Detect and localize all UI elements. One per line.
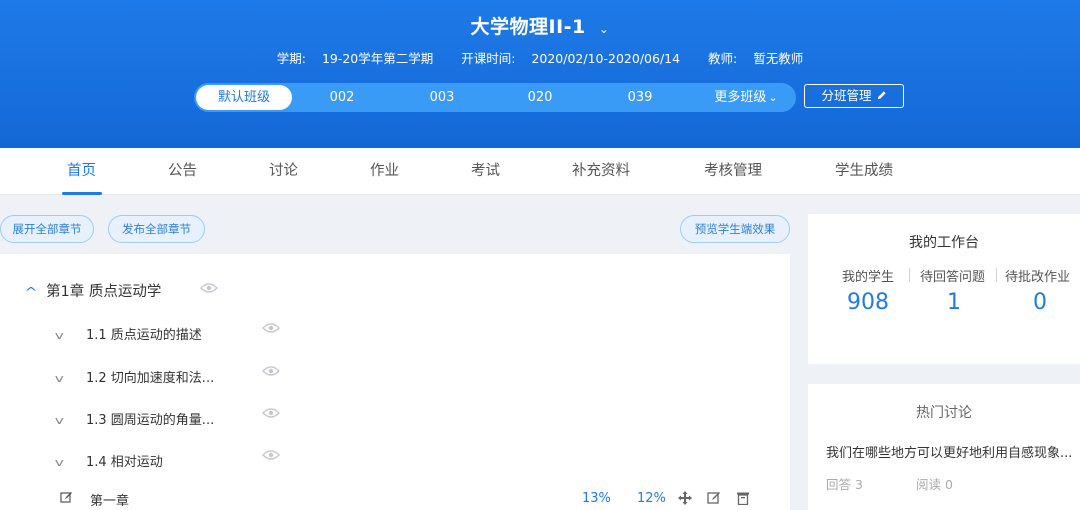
tab-home[interactable]: 首页 xyxy=(67,148,96,195)
chapter-name[interactable]: 第一章 xyxy=(90,490,129,509)
edit-icon[interactable] xyxy=(60,491,73,504)
stat-label: 我的学生 xyxy=(842,270,895,285)
class-tab-002[interactable]: 002 xyxy=(312,83,372,112)
section-item[interactable]: v 1.2 切向加速度和法... xyxy=(55,367,215,386)
class-tab-003[interactable]: 003 xyxy=(412,83,472,112)
course-meta: 学期: 19-20学年第二学期 开课时间: 2020/02/10-2020/06… xyxy=(0,48,1080,67)
more-classes-label: 更多班级 xyxy=(714,90,767,105)
teacher-label: 教师: xyxy=(708,51,738,66)
completion-percent: 12% xyxy=(637,491,666,506)
active-tab-indicator xyxy=(62,192,102,195)
period-label: 开课时间: xyxy=(461,51,516,66)
chapter-heading[interactable]: ^ 第1章 质点运动学 xyxy=(24,280,162,301)
eye-icon[interactable] xyxy=(262,449,280,461)
eye-icon[interactable] xyxy=(262,365,280,377)
chevron-down-icon[interactable]: v xyxy=(55,329,91,342)
eye-icon[interactable] xyxy=(200,282,218,294)
course-title-text: 大学物理II-1 xyxy=(470,16,586,38)
publish-all-button[interactable]: 发布全部章节 xyxy=(108,215,205,243)
section-item[interactable]: v 1.3 圆周运动的角量... xyxy=(55,409,215,428)
tab-homework[interactable]: 作业 xyxy=(370,148,399,195)
teacher-value: 暂无教师 xyxy=(753,51,804,66)
term-value: 19-20学年第二学期 xyxy=(321,51,434,66)
preview-student-button[interactable]: 预览学生端效果 xyxy=(680,215,790,243)
divider xyxy=(996,268,997,282)
term-label: 学期: xyxy=(276,51,306,66)
chevron-down-icon[interactable]: v xyxy=(55,456,91,469)
completion-percent: 13% xyxy=(582,491,611,506)
chevron-down-icon[interactable]: v xyxy=(55,372,91,385)
pending-homework-count[interactable]: 0 xyxy=(1000,290,1080,315)
tab-discussion[interactable]: 讨论 xyxy=(269,148,298,195)
tab-grades[interactable]: 学生成绩 xyxy=(835,148,893,195)
pencil-icon xyxy=(877,91,886,100)
discussion-question-link[interactable]: 我们在哪些地方可以更好地利用自感现象... xyxy=(826,442,1076,461)
period-value: 2020/02/10-2020/06/14 xyxy=(531,51,681,66)
tab-announcements[interactable]: 公告 xyxy=(168,148,197,195)
class-tab-039[interactable]: 039 xyxy=(610,83,670,112)
chevron-up-icon[interactable]: ^ xyxy=(24,285,37,299)
section-item[interactable]: v 1.4 相对运动 xyxy=(55,451,163,470)
course-nav: 首页 公告 讨论 作业 考试 补充资料 考核管理 学生成绩 xyxy=(0,148,1080,195)
chevron-down-icon: ⌄ xyxy=(768,91,778,104)
chevron-down-icon[interactable]: ⌄ xyxy=(599,22,610,36)
workbench-panel: 我的工作台 我的学生 待回答问题 待批改作业 908 1 0 xyxy=(808,214,1080,364)
expand-all-button[interactable]: 展开全部章节 xyxy=(0,215,94,243)
edit-icon[interactable] xyxy=(707,491,721,505)
course-title[interactable]: 大学物理II-1 ⌄ xyxy=(0,12,1080,39)
section-item[interactable]: v 1.1 质点运动的描述 xyxy=(55,324,202,343)
trash-icon[interactable] xyxy=(736,491,750,505)
read-count: 阅读 0 xyxy=(916,477,953,492)
class-management-button[interactable]: 分班管理 xyxy=(804,84,904,108)
workbench-title: 我的工作台 xyxy=(909,235,979,251)
class-switcher: 默认班级 002 003 020 039 更多班级 ⌄ xyxy=(194,83,796,112)
divider xyxy=(909,268,910,282)
answer-count: 回答 3 xyxy=(826,477,863,492)
eye-icon[interactable] xyxy=(262,407,280,419)
chapter-outline: ^ 第1章 质点运动学 v 1.1 质点运动的描述 v 1.2 切向加速度和法... … xyxy=(0,254,790,510)
hot-discussion-title: 热门讨论 xyxy=(916,405,972,421)
course-header: 大学物理II-1 ⌄ 学期: 19-20学年第二学期 开课时间: 2020/02… xyxy=(0,0,1080,148)
move-icon[interactable] xyxy=(678,491,692,505)
students-count[interactable]: 908 xyxy=(828,290,908,315)
class-tab-default[interactable]: 默认班级 xyxy=(196,85,292,110)
chevron-down-icon[interactable]: v xyxy=(55,414,91,427)
class-tab-020[interactable]: 020 xyxy=(510,83,570,112)
tab-exam[interactable]: 考试 xyxy=(471,148,500,195)
section-title: 1.2 切向加速度和法... xyxy=(86,371,215,386)
chapter-title: 第1章 质点运动学 xyxy=(46,284,162,300)
more-classes-dropdown[interactable]: 更多班级 ⌄ xyxy=(706,83,786,112)
section-title: 1.3 圆周运动的角量... xyxy=(86,413,215,428)
section-title: 1.1 质点运动的描述 xyxy=(86,328,202,343)
hot-discussion-panel: 热门讨论 我们在哪些地方可以更好地利用自感现象... 回答 3 阅读 0 xyxy=(808,384,1080,510)
section-title: 1.4 相对运动 xyxy=(86,455,163,470)
stat-label: 待回答问题 xyxy=(920,270,986,285)
tab-materials[interactable]: 补充资料 xyxy=(572,148,630,195)
tab-assessment[interactable]: 考核管理 xyxy=(704,148,762,195)
pending-questions-count[interactable]: 1 xyxy=(914,290,994,315)
class-management-label: 分班管理 xyxy=(821,88,872,103)
stat-label: 待批改作业 xyxy=(1005,270,1071,285)
eye-icon[interactable] xyxy=(262,322,280,334)
